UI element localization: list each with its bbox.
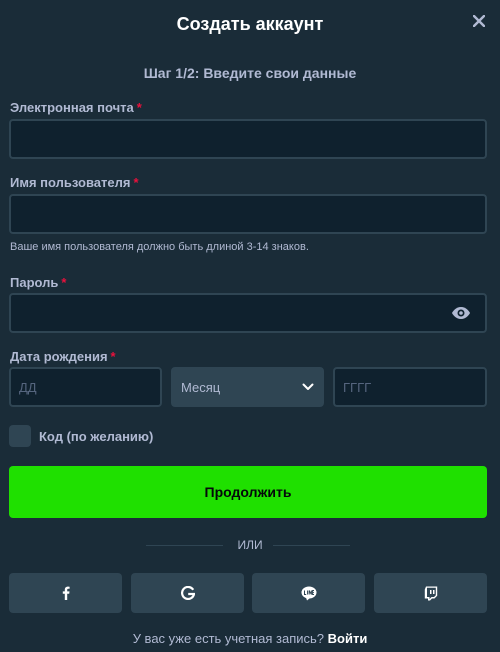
line-login-button[interactable] bbox=[252, 573, 365, 613]
year-input[interactable] bbox=[333, 367, 487, 407]
birthdate-label-text: Дата рождения bbox=[10, 349, 108, 364]
month-select-value: Месяц bbox=[181, 379, 221, 395]
login-link[interactable]: Войти bbox=[328, 631, 368, 646]
day-input[interactable] bbox=[9, 367, 162, 407]
password-label-text: Пароль bbox=[10, 275, 59, 290]
twitch-login-button[interactable] bbox=[374, 573, 487, 613]
username-label-text: Имя пользователя bbox=[10, 175, 131, 190]
line-icon bbox=[301, 586, 316, 600]
email-label-text: Электронная почта bbox=[10, 100, 134, 115]
password-input[interactable] bbox=[9, 293, 487, 333]
close-icon bbox=[473, 15, 485, 27]
step-indicator: Шаг 1/2: Введите свои данные bbox=[143, 65, 357, 81]
email-label: Электронная почта * bbox=[10, 100, 142, 115]
show-password-button[interactable] bbox=[448, 302, 474, 324]
login-prompt: У вас уже есть учетная запись? Войти bbox=[0, 631, 500, 646]
password-label: Пароль * bbox=[10, 275, 66, 290]
username-label: Имя пользователя * bbox=[10, 175, 139, 190]
google-icon bbox=[180, 586, 195, 600]
email-input[interactable] bbox=[9, 119, 487, 159]
twitch-icon bbox=[424, 586, 437, 600]
required-mark: * bbox=[110, 349, 116, 364]
promo-code-checkbox[interactable] bbox=[9, 425, 31, 447]
promo-code-label[interactable]: Код (по желанию) bbox=[39, 429, 153, 444]
close-button[interactable] bbox=[468, 10, 490, 32]
required-mark: * bbox=[61, 275, 67, 290]
facebook-login-button[interactable] bbox=[9, 573, 122, 613]
username-hint: Ваше имя пользователя должно быть длиной… bbox=[10, 241, 309, 253]
facebook-icon bbox=[62, 586, 70, 600]
eye-icon bbox=[452, 307, 470, 319]
required-mark: * bbox=[133, 175, 139, 190]
divider-line-right bbox=[273, 545, 350, 546]
or-divider: ИЛИ bbox=[237, 538, 263, 552]
month-select[interactable]: Месяц bbox=[171, 367, 324, 407]
chevron-down-icon bbox=[302, 383, 314, 390]
modal-title: Создать аккаунт bbox=[176, 14, 324, 34]
continue-button[interactable]: Продолжить bbox=[9, 466, 487, 518]
google-login-button[interactable] bbox=[131, 573, 244, 613]
birthdate-label: Дата рождения * bbox=[10, 349, 116, 364]
username-input[interactable] bbox=[9, 194, 487, 234]
required-mark: * bbox=[136, 100, 142, 115]
login-prompt-text: У вас уже есть учетная запись? bbox=[132, 631, 324, 646]
